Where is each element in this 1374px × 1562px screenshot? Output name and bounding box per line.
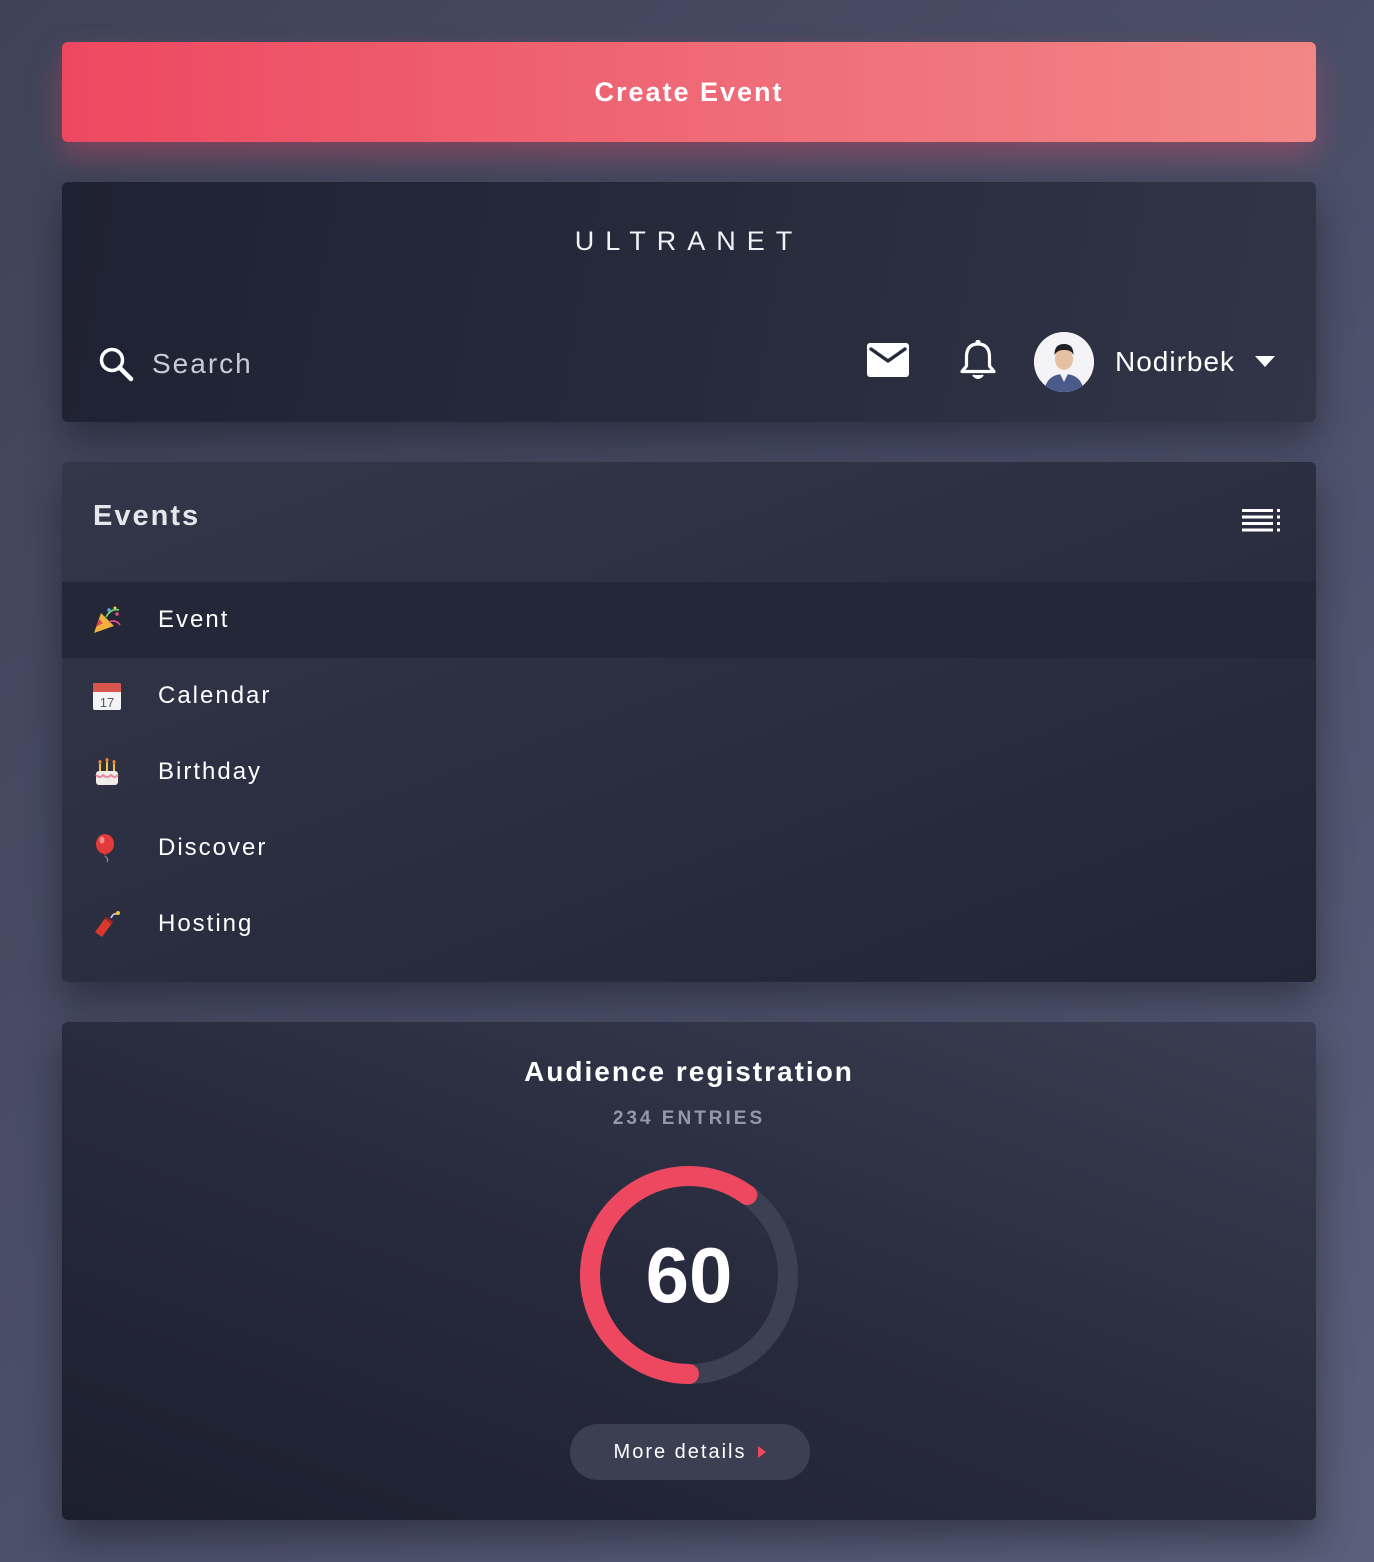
firecracker-icon xyxy=(95,911,120,937)
birthday-cake-icon xyxy=(95,758,119,785)
more-details-label: More details xyxy=(613,1440,747,1463)
party-popper-icon xyxy=(94,606,121,633)
list-menu-icon[interactable] xyxy=(1242,508,1282,532)
play-icon xyxy=(758,1446,767,1458)
user-name: Nodirbek xyxy=(1115,346,1236,377)
event-item-calendar[interactable]: 17 Calendar xyxy=(62,658,1316,734)
event-item-label: Calendar xyxy=(158,682,272,709)
event-item-hosting[interactable]: Hosting xyxy=(62,886,1316,962)
event-item-label: Event xyxy=(158,606,230,633)
event-list: Event 17 Calendar Birthday Discover Host… xyxy=(62,582,1316,962)
brand: ULTRANET xyxy=(62,226,1316,257)
search-input[interactable] xyxy=(152,344,592,384)
events-title: Events xyxy=(93,500,201,532)
svg-text:17: 17 xyxy=(100,695,114,710)
audience-title: Audience registration xyxy=(524,1056,854,1087)
mail-icon[interactable] xyxy=(866,342,910,378)
event-item-birthday[interactable]: Birthday xyxy=(62,734,1316,810)
event-item-label: Discover xyxy=(158,834,268,861)
caret-down-icon[interactable] xyxy=(1255,356,1276,368)
event-item-label: Hosting xyxy=(158,910,254,937)
event-item-discover[interactable]: Discover xyxy=(62,810,1316,886)
gauge-value: 60 xyxy=(645,1230,733,1319)
event-item-label: Birthday xyxy=(158,758,263,785)
events-card: Events Event 17 Calendar Birthday Discov… xyxy=(62,462,1316,982)
user-menu[interactable]: Nodirbek xyxy=(1034,332,1276,392)
avatar xyxy=(1034,332,1094,392)
header-card: ULTRANET Nodirbek xyxy=(62,182,1316,422)
search-icon[interactable] xyxy=(96,344,136,384)
create-event-button[interactable]: Create Event xyxy=(62,42,1316,142)
balloon-icon xyxy=(96,834,114,863)
search-bar xyxy=(96,342,616,386)
brand-logo: ULTRANET xyxy=(574,226,804,256)
bell-icon[interactable] xyxy=(958,338,998,382)
audience-card: Audience registration 234 ENTRIES 60 Mor… xyxy=(62,1022,1316,1520)
calendar-icon: 17 xyxy=(93,683,121,710)
more-details-button[interactable]: More details xyxy=(570,1424,810,1480)
event-item-event[interactable]: Event xyxy=(62,582,1316,658)
entries-count: 234 ENTRIES xyxy=(612,1108,766,1129)
